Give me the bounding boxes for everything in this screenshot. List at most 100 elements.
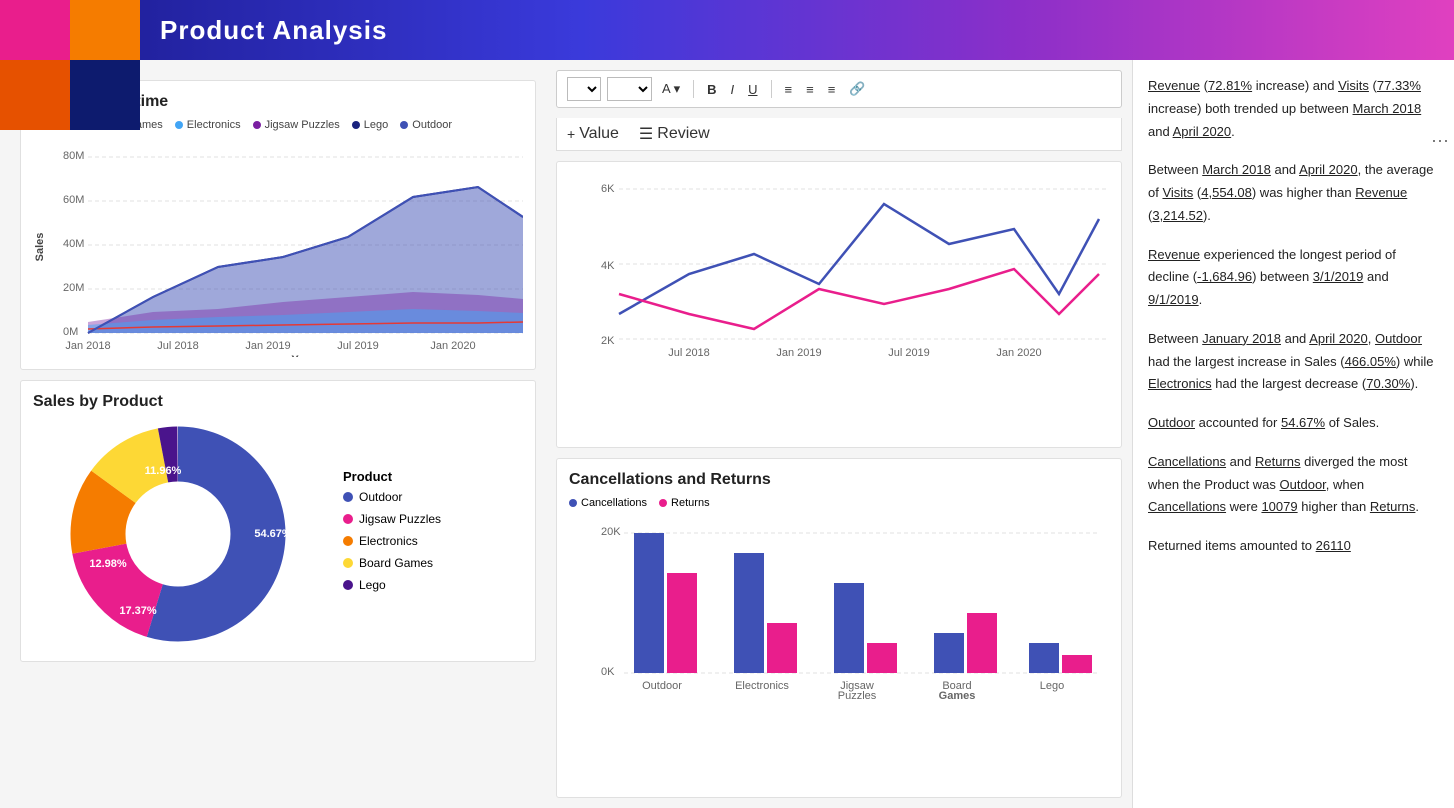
italic-btn[interactable]: I [726, 80, 738, 99]
outdoor-ref3: Outdoor [1280, 477, 1326, 492]
legend-dot-electronics [175, 121, 183, 129]
svg-text:Jan 2019: Jan 2019 [245, 340, 290, 352]
align-left-btn[interactable]: ≡ [781, 80, 797, 99]
legend-label-returns: Returns [671, 497, 710, 509]
date-march2018-1: March 2018 [1353, 101, 1422, 116]
svg-text:6K: 6K [601, 183, 615, 195]
svg-text:Jan 2019: Jan 2019 [776, 347, 821, 359]
cancellations-returns-panel: Cancellations and Returns Cancellations … [556, 458, 1122, 798]
right-text: Revenue (72.81% increase) and Visits (77… [1148, 75, 1439, 558]
returned-count: 26110 [1316, 538, 1351, 553]
svg-text:Jul 2018: Jul 2018 [668, 347, 710, 359]
visits-ref2: Visits [1162, 185, 1193, 200]
svg-text:80M: 80M [63, 150, 84, 162]
svg-text:Jan 2020: Jan 2020 [430, 340, 475, 352]
bar-chart: 20K 0K [569, 515, 1109, 700]
donut-area: 54.67% 17.37% 12.98% 11.96% Product Outd… [33, 419, 523, 649]
bold-btn[interactable]: B [703, 80, 720, 99]
svg-text:60M: 60M [63, 194, 84, 206]
date-march2018-2: March 2018 [1202, 162, 1271, 177]
lego-cancel-bar [1029, 643, 1059, 673]
align-right-btn[interactable]: ≡ [824, 80, 840, 99]
font-size-select[interactable] [607, 77, 652, 101]
cancellations-title: Cancellations and Returns [569, 471, 1109, 489]
svg-text:Lego: Lego [1040, 680, 1064, 692]
electronics-pct-label: 12.98% [89, 558, 127, 570]
sales-by-product-title: Sales by Product [33, 393, 523, 411]
insight-3: Revenue experienced the longest period o… [1148, 244, 1439, 312]
legend-label-jigsaw: Jigsaw Puzzles [265, 119, 340, 131]
cancel-count: 10079 [1261, 499, 1297, 514]
tab-review[interactable]: ☰ Review [639, 124, 710, 144]
electronics-cancel-bar [734, 553, 764, 673]
main-content: Sales across time Product Board Games El… [0, 60, 1454, 808]
donut-dot-electronics [343, 536, 353, 546]
board-return-bar [967, 613, 997, 673]
legend-dot-lego [352, 121, 360, 129]
returns-ref2: Returns [1370, 499, 1416, 514]
date-apr2020-2: April 2020 [1299, 162, 1358, 177]
revenue-pct1: 72.81% [1208, 78, 1252, 93]
revenue-ref2: Revenue [1355, 185, 1407, 200]
cancellations-ref2: Cancellations [1148, 499, 1226, 514]
svg-text:20M: 20M [63, 282, 84, 294]
legend-label-outdoor: Outdoor [412, 119, 452, 131]
page-title: Product Analysis [160, 15, 387, 46]
insight-2: Between March 2018 and April 2020, the a… [1148, 159, 1439, 227]
left-panels: Sales across time Product Board Games El… [0, 60, 546, 808]
middle-panels: A ▾ B I U ≡ ≡ ≡ 🔗 + Value ☰ Review [546, 60, 1132, 808]
donut-label-electronics: Electronics [359, 534, 418, 548]
svg-text:4K: 4K [601, 260, 615, 272]
returns-ref1: Returns [1255, 454, 1301, 469]
svg-text:40M: 40M [63, 238, 84, 250]
font-family-select[interactable] [567, 77, 601, 101]
date-jan2018: January 2018 [1202, 331, 1281, 346]
donut-dot-jigsaw [343, 514, 353, 524]
tab-value[interactable]: + Value [567, 125, 619, 143]
insight-7: Returned items amounted to 26110 [1148, 535, 1439, 558]
donut-legend-title: Product [343, 469, 441, 484]
svg-text:0M: 0M [63, 326, 78, 338]
lego-return-bar [1062, 655, 1092, 673]
underline-btn[interactable]: U [744, 80, 761, 99]
svg-text:Jan 2018: Jan 2018 [65, 340, 110, 352]
legend-dot-returns [659, 499, 667, 507]
visits-revenue-chart: 6K 4K 2K Jul 2018 Jan 2019 Jul 2019 Jan … [569, 174, 1109, 359]
donut-label-jigsaw: Jigsaw Puzzles [359, 512, 441, 526]
legend-outdoor: Outdoor [400, 119, 452, 131]
svg-text:Electronics: Electronics [735, 680, 789, 692]
board-games-pct-label: 11.96% [145, 465, 182, 477]
link-btn[interactable]: 🔗 [845, 79, 869, 99]
board-cancel-bar [934, 633, 964, 673]
legend-dot-jigsaw [253, 121, 261, 129]
revenue-val: 3,214.52 [1152, 208, 1203, 223]
tab-value-label: Value [579, 125, 619, 143]
cancellations-ref1: Cancellations [1148, 454, 1226, 469]
cancellations-legend: Cancellations Returns [569, 497, 1109, 509]
outdoor-return-bar [667, 573, 697, 673]
revenue-ref1: Revenue [1148, 78, 1200, 93]
font-color-btn[interactable]: A ▾ [658, 79, 684, 99]
donut-label-lego: Lego [359, 578, 386, 592]
outdoor-ref1: Outdoor [1375, 331, 1422, 346]
more-options-icon[interactable]: ··· [1431, 130, 1449, 151]
svg-text:2K: 2K [601, 335, 615, 347]
legend-jigsaw: Jigsaw Puzzles [253, 119, 340, 131]
date-apr2020-1: April 2020 [1173, 124, 1232, 139]
svg-text:0K: 0K [601, 666, 615, 678]
electronics-pct: 70.30% [1366, 376, 1410, 391]
outdoor-pct: 466.05% [1345, 354, 1396, 369]
align-center-btn[interactable]: ≡ [802, 80, 818, 99]
legend-electronics: Electronics [175, 119, 241, 131]
outdoor-pct-label: 54.67% [254, 528, 292, 540]
jigsaw-return-bar [867, 643, 897, 673]
outdoor-cancel-bar [634, 533, 664, 673]
insight-4: Between January 2018 and April 2020, Out… [1148, 328, 1439, 396]
revenue-ref3: Revenue [1148, 247, 1200, 262]
donut-legend-electronics: Electronics [343, 534, 441, 548]
svg-text:Outdoor: Outdoor [642, 680, 682, 692]
outdoor-ref2: Outdoor [1148, 415, 1195, 430]
insight-6: Cancellations and Returns diverged the m… [1148, 451, 1439, 519]
svg-text:Jul 2019: Jul 2019 [337, 340, 379, 352]
donut-legend: Product Outdoor Jigsaw Puzzles Electroni… [343, 469, 441, 600]
